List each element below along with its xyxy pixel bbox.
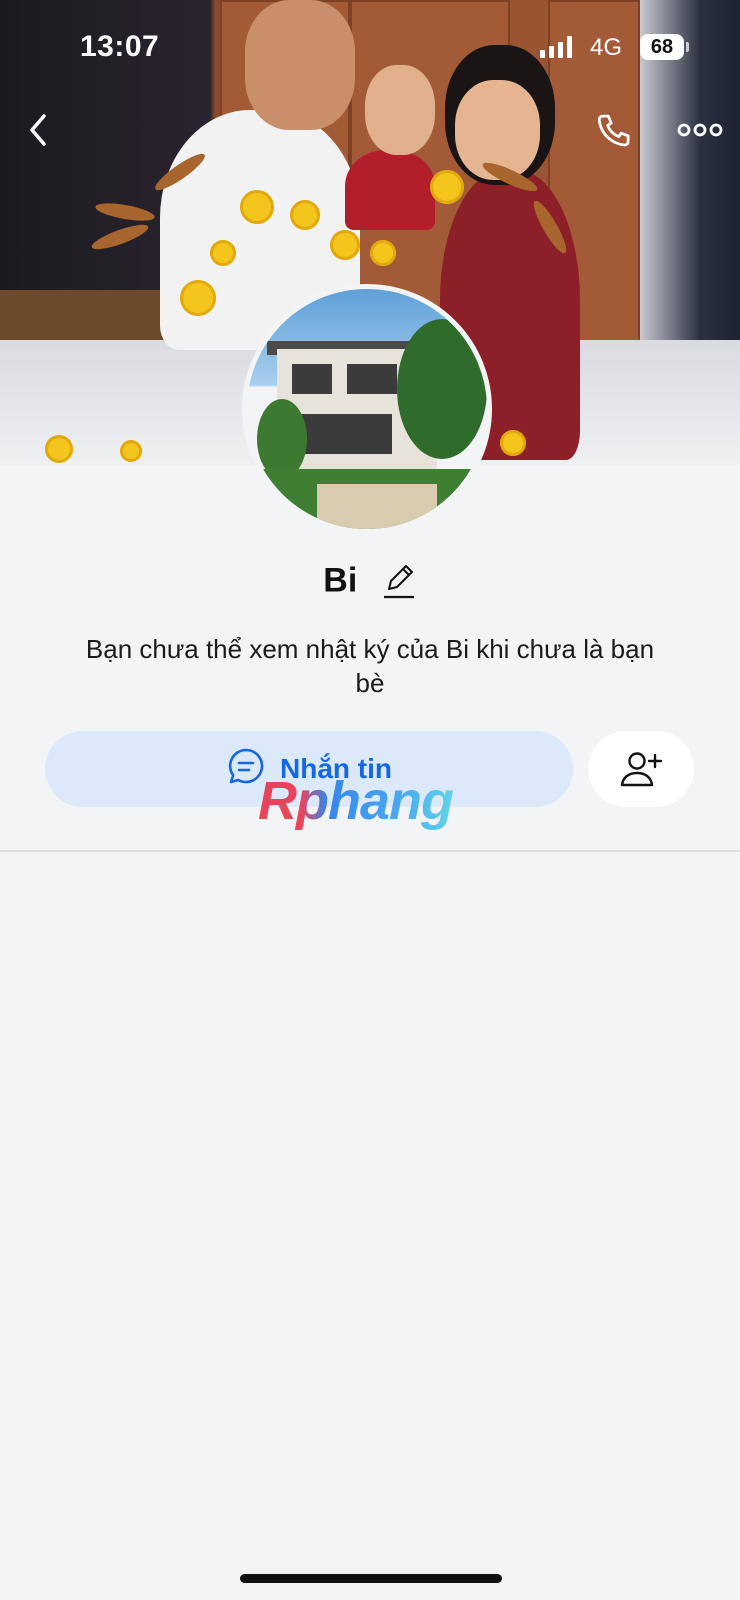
cover-person-child [345,150,435,230]
profile-name-row: Bi [0,560,740,601]
cover-flower [330,230,360,260]
cover-flower [500,430,526,456]
more-horizontal-icon[interactable] [676,118,724,142]
avatar-tree [397,319,487,459]
avatar[interactable] [242,284,492,534]
pencil-icon[interactable] [381,561,417,601]
status-bar: 13:07 4G 68 [0,0,740,100]
section-divider [0,850,740,852]
cover-flower [210,240,236,266]
cover-leaf [89,220,151,254]
cover-flower [290,200,320,230]
avatar-window [292,414,392,454]
avatar-window [292,364,332,394]
chevron-left-icon[interactable] [22,110,58,150]
network-type: 4G [590,34,623,61]
avatar-tree [257,399,307,479]
cover-flower [430,170,464,204]
cover-flower [180,280,216,316]
battery-level: 68 [640,34,684,60]
home-indicator[interactable] [240,1574,502,1583]
cover-leaf [94,199,156,225]
battery-icon [686,42,689,52]
avatar-path [317,484,437,529]
status-time: 13:07 [80,30,160,63]
cover-flower [240,190,274,224]
signal-icon [540,36,572,58]
cover-flower [370,240,396,266]
message-button-label: Nhắn tin [280,753,392,784]
message-button[interactable]: Nhắn tin [45,731,573,807]
add-friend-icon [620,752,663,787]
profile-name: Bi [323,561,358,600]
cover-flower [120,440,142,462]
avatar-window [347,364,397,394]
add-friend-button[interactable] [588,731,694,807]
phone-icon[interactable] [594,110,636,152]
profile-notice: Bạn chưa thể xem nhật ký của Bi khi chưa… [85,634,655,698]
cover-flower [45,435,73,463]
chat-bubble-icon [226,746,266,793]
